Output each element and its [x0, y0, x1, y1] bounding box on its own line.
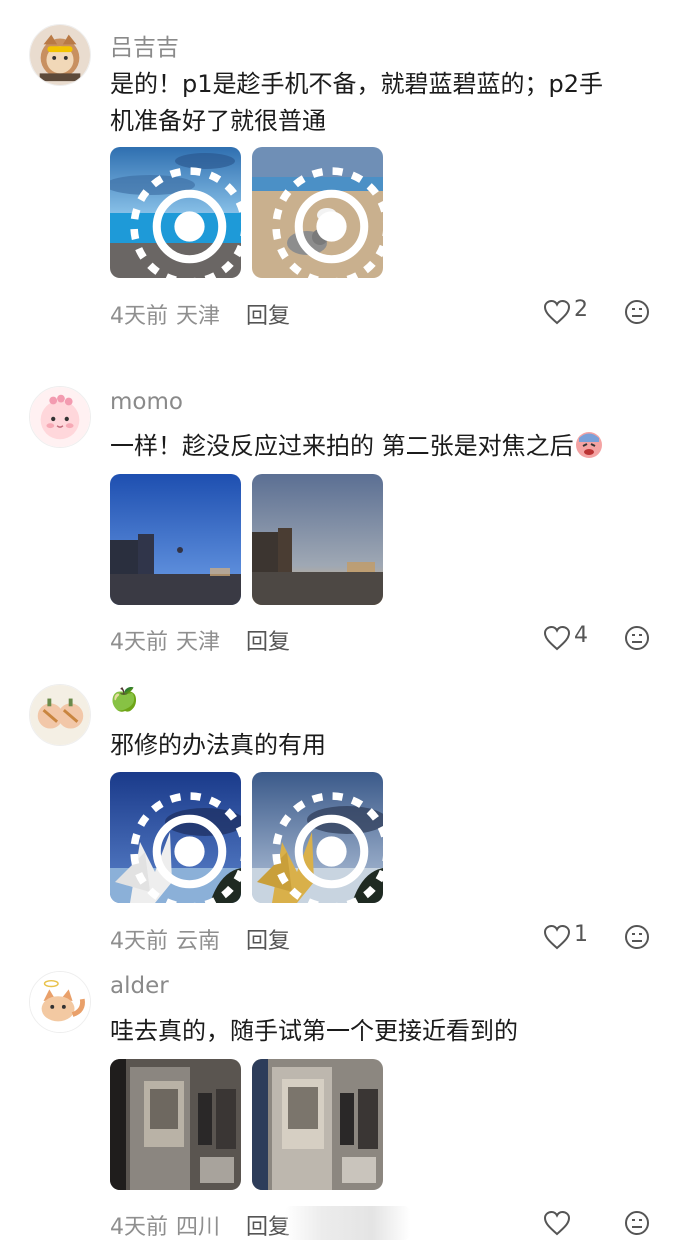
live-photo-icon: [130, 167, 241, 278]
comment-meta: 4天前 四川: [110, 1209, 220, 1241]
live-photo-icon: [272, 167, 383, 278]
comment-image[interactable]: [252, 147, 383, 278]
avatar[interactable]: [29, 684, 91, 746]
comment-time: 4天前: [110, 929, 168, 954]
avatar[interactable]: [29, 971, 91, 1033]
comment-image[interactable]: [110, 1059, 241, 1190]
like-button[interactable]: 4: [543, 623, 613, 653]
reply-button[interactable]: 回复: [246, 1209, 290, 1241]
comment-region: 天津: [176, 304, 221, 329]
comment-image[interactable]: [110, 474, 241, 605]
like-count: 2: [574, 297, 588, 322]
live-photo-icon: [272, 792, 383, 903]
comment-text-line: 邪修的办法真的有用: [110, 731, 326, 759]
comment-image[interactable]: [252, 772, 383, 903]
comment-text-line: 哇去真的，随手试第一个更接近看到的: [110, 1017, 518, 1045]
reply-button[interactable]: 回复: [246, 298, 290, 330]
face-icon[interactable]: [624, 299, 650, 325]
comment-region: 云南: [176, 929, 221, 954]
comment-image[interactable]: [252, 474, 383, 605]
avatar[interactable]: [29, 24, 91, 86]
face-icon[interactable]: [624, 625, 650, 651]
reply-button[interactable]: 回复: [246, 923, 290, 955]
comment-image[interactable]: [252, 1059, 383, 1190]
comment-region: 天津: [176, 630, 221, 655]
comment-image[interactable]: [110, 772, 241, 903]
face-icon[interactable]: [624, 1210, 650, 1236]
username[interactable]: alder: [110, 973, 169, 999]
username[interactable]: 🍏: [110, 686, 139, 713]
comment-time: 4天前: [110, 630, 168, 655]
username[interactable]: momo: [110, 389, 183, 415]
avatar[interactable]: [29, 386, 91, 448]
like-count: 1: [574, 922, 588, 947]
heart-icon: [543, 299, 571, 325]
comment-text: 是的！p1是趁手机不备，就碧蓝碧蓝的；p2手 机准备好了就很普通: [110, 66, 660, 140]
reply-button[interactable]: 回复: [246, 624, 290, 656]
comment-meta: 4天前 云南: [110, 923, 220, 955]
watermark-blur: [285, 1206, 410, 1240]
like-count: 4: [574, 623, 588, 648]
comment-text-line: 一样！趁没反应过来拍的 第二张是对焦之后: [110, 432, 574, 460]
comment-time: 4天前: [110, 304, 168, 329]
comment-time: 4天前: [110, 1215, 168, 1240]
heart-icon: [543, 625, 571, 651]
comment-text-line: 是的！p1是趁手机不备，就碧蓝碧蓝的；p2手: [110, 70, 604, 98]
comment-text-line: 机准备好了就很普通: [110, 107, 326, 135]
like-button[interactable]: [543, 1208, 613, 1238]
crying-emoji-icon: [575, 432, 602, 458]
like-button[interactable]: 2: [543, 297, 613, 327]
heart-icon: [543, 1210, 571, 1236]
comment-text: 哇去真的，随手试第一个更接近看到的: [110, 1013, 660, 1050]
comment-meta: 4天前 天津: [110, 624, 220, 656]
comment-region: 四川: [176, 1215, 221, 1240]
comment-text: 邪修的办法真的有用: [110, 727, 660, 764]
face-icon[interactable]: [624, 924, 650, 950]
comment-image[interactable]: [110, 147, 241, 278]
comment-meta: 4天前 天津: [110, 298, 220, 330]
heart-icon: [543, 924, 571, 950]
like-button[interactable]: 1: [543, 922, 613, 952]
live-photo-icon: [130, 792, 241, 903]
username[interactable]: 吕吉吉: [110, 28, 179, 62]
comment-text: 一样！趁没反应过来拍的 第二张是对焦之后: [110, 428, 660, 465]
